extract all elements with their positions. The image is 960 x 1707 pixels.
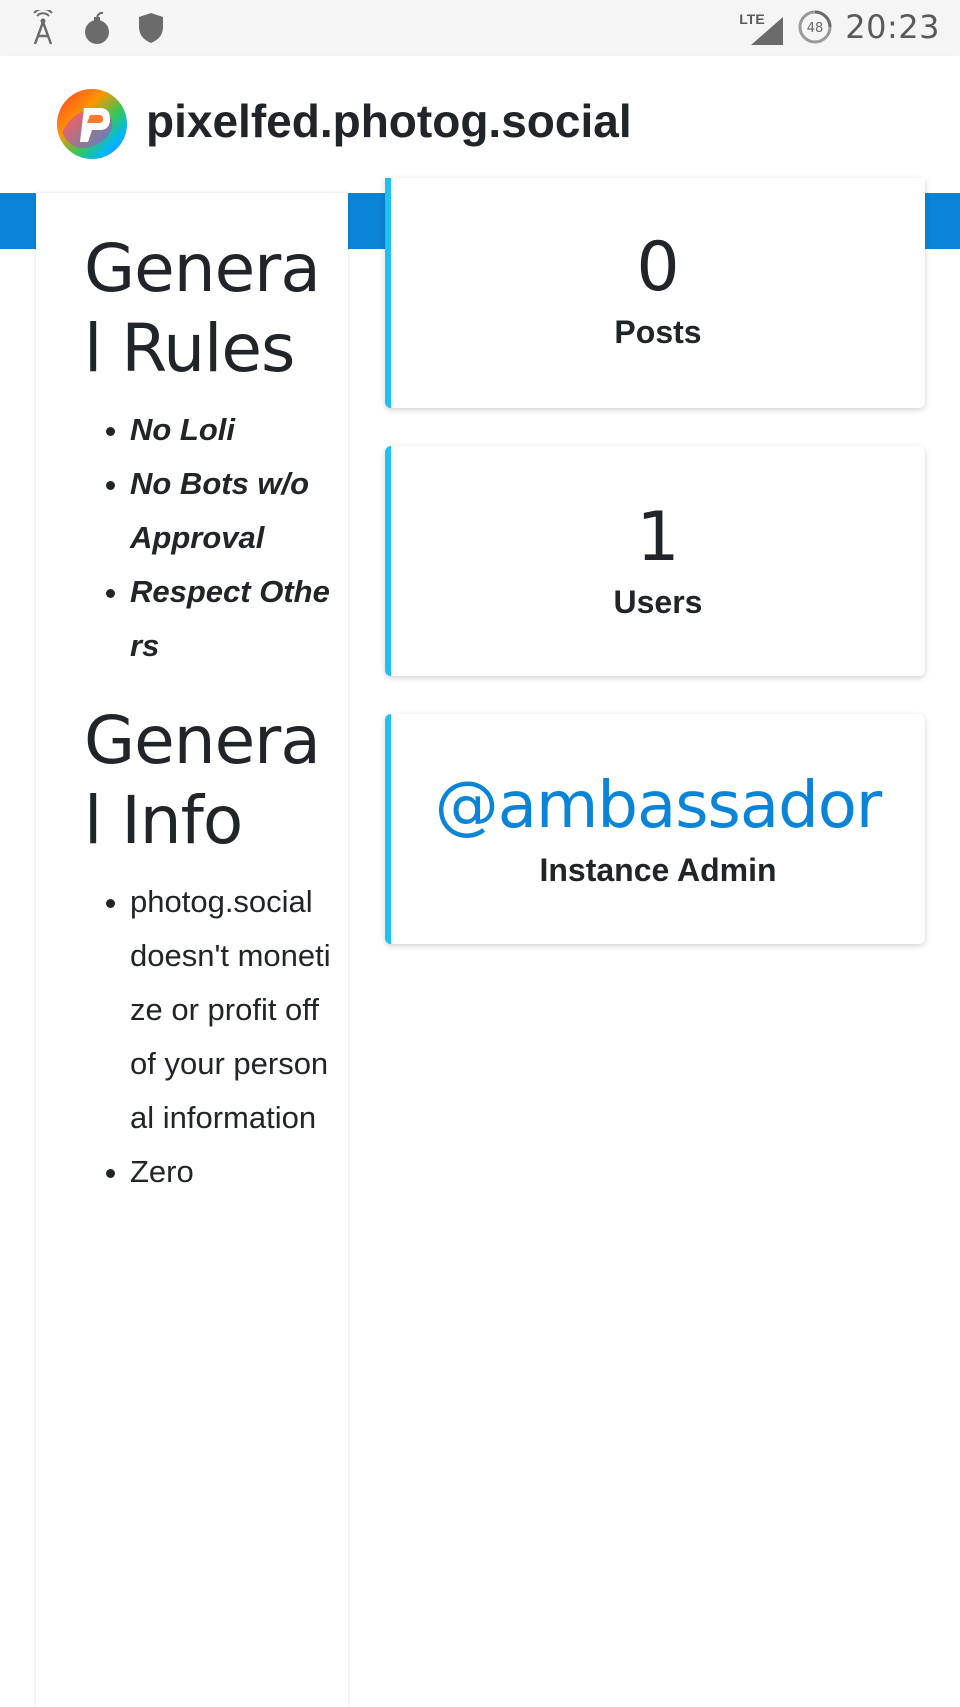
bomb-icon	[82, 10, 112, 46]
rule-item: No Bots w/o Approval	[130, 457, 334, 565]
status-bar: LTE 48 20:23	[0, 0, 960, 56]
info-list: photog.social doesn't monetize or profit…	[36, 875, 334, 1199]
rules-heading: General Rules	[84, 230, 321, 387]
users-label: Users	[613, 584, 703, 620]
admin-label: Instance Admin	[539, 852, 777, 888]
posts-label: Posts	[614, 314, 702, 350]
info-heading: General Info	[84, 702, 321, 859]
info-item: Zero	[130, 1145, 334, 1199]
cell-signal-icon: LTE	[739, 9, 785, 45]
battery-level-text: 48	[807, 21, 824, 36]
info-item: photog.social doesn't monetize or profit…	[130, 875, 334, 1145]
users-count: 1	[636, 498, 680, 577]
rule-item: Respect Others	[130, 565, 334, 673]
posts-stat-card: 0 Posts	[385, 178, 925, 408]
pixelfed-logo-icon[interactable]	[56, 88, 128, 160]
app-header: pixelfed.photog.social	[0, 56, 960, 193]
rules-card: General Rules No Loli No Bots w/o Approv…	[36, 193, 348, 1707]
status-bar-right: LTE 48 20:23	[739, 8, 940, 46]
admin-handle-link[interactable]: @ambassador	[391, 766, 925, 846]
rule-item: No Loli	[130, 403, 334, 457]
rules-content: General Rules No Loli No Bots w/o Approv…	[84, 229, 334, 1227]
site-title[interactable]: pixelfed.photog.social	[146, 94, 632, 148]
battery-saver-icon: 48	[797, 9, 833, 45]
rules-list: No Loli No Bots w/o Approval Respect Oth…	[36, 403, 334, 673]
shield-icon	[136, 10, 166, 46]
status-time: 20:23	[845, 8, 940, 46]
users-stat-card: 1 Users	[385, 446, 925, 676]
admin-card: @ambassador Instance Admin	[385, 714, 925, 944]
posts-count: 0	[636, 228, 680, 307]
signal-tower-icon	[28, 10, 58, 46]
status-bar-left-icons	[28, 10, 166, 46]
